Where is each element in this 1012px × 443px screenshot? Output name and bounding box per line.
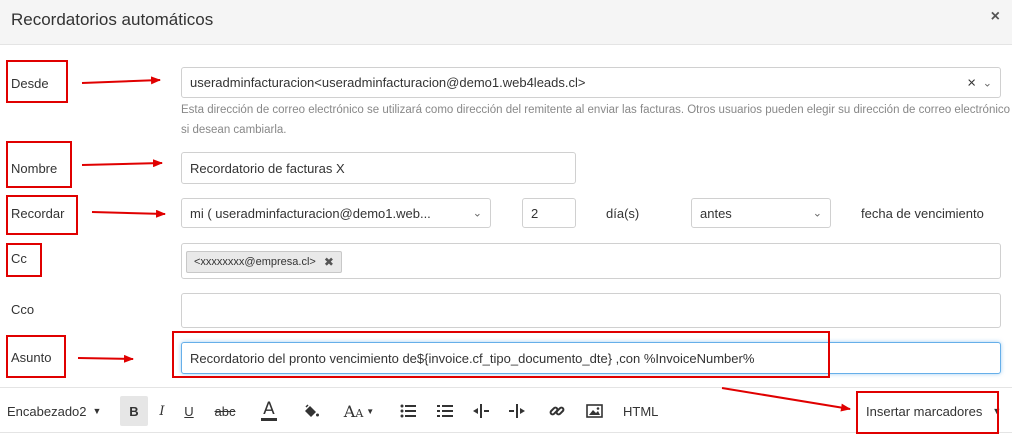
font-size-icon: AA [343,401,364,421]
arrow-nombre [81,159,163,168]
chevron-down-icon[interactable]: ⌄ [983,76,992,89]
remove-tag-icon[interactable]: ✖ [324,255,334,269]
font-size-dropdown[interactable]: AA ▼ [342,400,376,422]
image-icon[interactable] [585,400,603,422]
caret-down-icon: ▼ [992,406,1002,416]
insert-placeholders-label: Insertar marcadores [866,403,983,419]
indent-icon[interactable] [508,400,526,422]
days-input[interactable]: 2 [522,198,576,228]
close-button[interactable]: × [991,8,1000,26]
before-after-select[interactable]: antes ⌄ [691,198,831,228]
cc-tag-label: <xxxxxxxx@empresa.cl> [194,256,316,268]
cco-input[interactable] [181,293,1001,328]
nombre-input[interactable]: Recordatorio de facturas X [181,152,576,184]
days-value: 2 [531,205,539,221]
nombre-label: Nombre [11,161,58,176]
editor-toolbar: Encabezado2 ▼ B I U abc A AA ▼ HTML Inse… [0,387,1012,433]
arrow-asunto [77,354,134,363]
font-color-button[interactable]: A [260,400,278,422]
bold-button[interactable]: B [120,396,148,426]
strikethrough-button[interactable]: abc [213,400,237,422]
clear-icon[interactable]: × [967,74,976,91]
recordar-recipient-select[interactable]: mi ( useradminfacturacion@demo1.web... ⌄ [181,198,491,228]
numbered-list-icon[interactable] [436,400,454,422]
html-button[interactable]: HTML [623,400,658,422]
italic-button[interactable]: I [156,400,168,422]
before-after-value: antes [700,205,732,221]
cc-label: Cc [11,251,27,266]
insert-placeholders-button[interactable]: Insertar marcadores ▼ [866,400,1001,422]
nombre-value: Recordatorio de facturas X [190,160,345,176]
modal-title: Recordatorios automáticos [11,10,214,29]
font-color-icon: A [261,401,277,421]
heading-label: Encabezado2 [7,403,87,419]
heading-dropdown[interactable]: Encabezado2 ▼ [7,400,101,422]
asunto-input[interactable]: Recordatorio del pronto vencimiento de${… [181,342,1001,374]
asunto-label: Asunto [11,350,52,365]
desde-label: Desde [11,76,49,91]
recordar-label: Recordar [11,206,65,221]
cc-tag: <xxxxxxxx@empresa.cl> ✖ [186,251,342,273]
cco-label: Cco [11,302,35,317]
recordar-recipient-value: mi ( useradminfacturacion@demo1.web... [190,205,431,221]
link-icon[interactable] [548,400,566,422]
desde-value: useradminfacturacion<useradminfacturacio… [190,75,586,90]
reference-date-label: fecha de vencimiento [861,206,984,221]
underline-button[interactable]: U [182,400,196,422]
outdent-icon[interactable] [472,400,490,422]
arrow-recordar [91,209,166,218]
chevron-down-icon[interactable]: ⌄ [813,207,822,220]
desde-select[interactable]: useradminfacturacion<useradminfacturacio… [181,67,1001,98]
bullet-list-icon[interactable] [399,400,417,422]
arrow-desde [81,76,161,85]
modal-header: Recordatorios automáticos × [0,0,1012,45]
asunto-value: Recordatorio del pronto vencimiento de${… [190,350,755,366]
desde-help-text: Esta dirección de correo electrónico se … [181,104,1011,136]
days-unit-label: día(s) [606,206,640,221]
paint-bucket-icon[interactable] [301,400,321,422]
caret-down-icon: ▼ [92,406,102,416]
caret-down-icon: ▼ [366,406,375,416]
chevron-down-icon[interactable]: ⌄ [473,207,482,220]
